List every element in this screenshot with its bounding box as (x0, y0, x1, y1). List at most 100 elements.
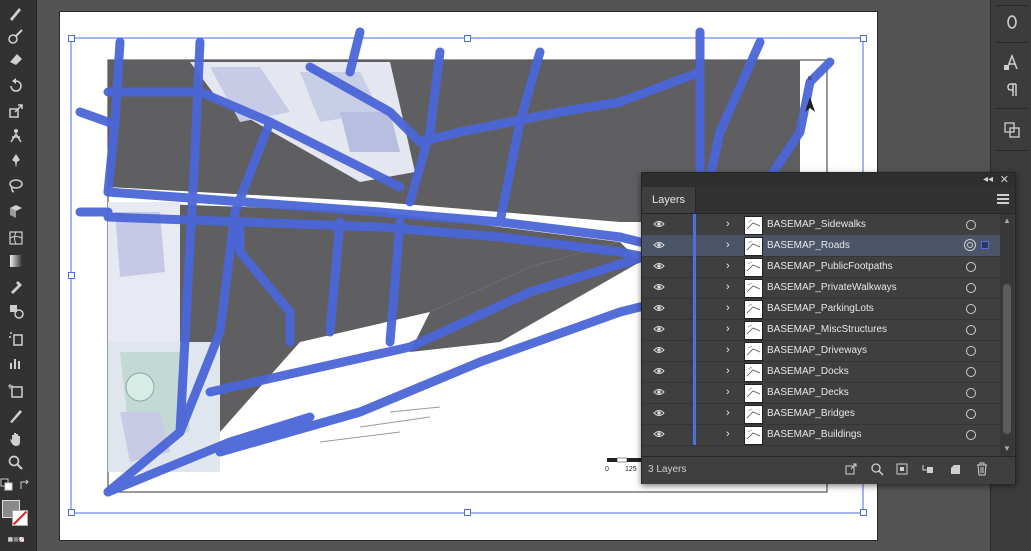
target-circle-icon[interactable] (966, 388, 976, 398)
selection-handle[interactable] (464, 35, 471, 42)
layer-row[interactable]: › BASEMAP_PrivateWalkways (642, 277, 1000, 299)
layer-row[interactable]: › BASEMAP_Buildings (642, 424, 1000, 446)
hand-tool-icon[interactable] (4, 428, 28, 450)
layer-row[interactable]: › BASEMAP_Driveways (642, 340, 1000, 362)
layer-row[interactable]: › BASEMAP_PublicFootpaths (642, 256, 1000, 278)
glyphs-panel-icon[interactable] (1001, 12, 1023, 32)
layer-name: BASEMAP_Decks (767, 387, 849, 398)
layer-row[interactable]: › BASEMAP_ParkingLots (642, 298, 1000, 320)
selection-handle[interactable] (464, 509, 471, 516)
shape-builder-tool-icon[interactable] (4, 200, 28, 222)
layers-scrollbar[interactable]: ▲ ▼ (1000, 214, 1014, 456)
layer-row[interactable]: › BASEMAP_Roads (642, 235, 1000, 257)
selection-indicator[interactable] (981, 241, 989, 249)
slice-tool-icon[interactable] (4, 405, 28, 427)
blend-tool-icon[interactable] (4, 300, 28, 322)
visibility-eye-icon[interactable] (653, 345, 665, 355)
locate-object-icon[interactable] (870, 462, 884, 476)
target-circle-icon[interactable] (966, 346, 976, 356)
rotate-tool-icon[interactable] (4, 75, 28, 97)
target-circle-icon[interactable] (966, 220, 976, 230)
expand-chevron-icon[interactable]: › (726, 365, 730, 377)
column-graph-tool-icon[interactable] (4, 352, 28, 374)
mesh-tool-icon[interactable] (4, 227, 28, 249)
expand-chevron-icon[interactable]: › (726, 428, 730, 440)
panel-menu-icon[interactable] (997, 194, 1009, 204)
close-panel-icon[interactable]: ✕ (1000, 173, 1009, 186)
stroke-swatch[interactable] (12, 510, 28, 526)
target-circle-icon[interactable] (966, 304, 976, 314)
scale-tool-icon[interactable] (4, 100, 28, 122)
eraser-tool-icon[interactable] (4, 48, 28, 70)
tab-layers[interactable]: Layers (642, 187, 697, 213)
paragraph-styles-icon[interactable] (1001, 80, 1023, 100)
panel-title-bar[interactable]: ◂◂ ✕ (642, 173, 1015, 187)
expand-chevron-icon[interactable]: › (726, 386, 730, 398)
symbol-sprayer-tool-icon[interactable] (4, 327, 28, 349)
target-circle-icon[interactable] (966, 283, 976, 293)
color-mode-icons[interactable] (0, 533, 32, 547)
layer-thumbnail (744, 321, 763, 340)
character-styles-icon[interactable] (1001, 52, 1023, 72)
expand-chevron-icon[interactable]: › (726, 281, 730, 293)
expand-chevron-icon[interactable]: › (726, 344, 730, 356)
trash-icon[interactable] (975, 462, 989, 476)
target-circle-icon[interactable] (966, 325, 976, 335)
target-circle-icon[interactable] (966, 409, 976, 419)
lasso-tool-icon[interactable] (4, 175, 28, 197)
export-icon[interactable] (844, 462, 858, 476)
visibility-eye-icon[interactable] (653, 261, 665, 271)
selection-handle[interactable] (68, 35, 75, 42)
visibility-eye-icon[interactable] (653, 366, 665, 376)
layer-row[interactable]: › BASEMAP_Decks (642, 382, 1000, 404)
target-circle-icon[interactable] (964, 239, 976, 251)
expand-chevron-icon[interactable]: › (726, 407, 730, 419)
artboard-tool-icon[interactable] (4, 380, 28, 402)
north-label: N (808, 76, 812, 82)
zoom-tool-icon[interactable] (4, 452, 28, 474)
layer-thumbnail (744, 300, 763, 319)
visibility-eye-icon[interactable] (653, 387, 665, 397)
visibility-eye-icon[interactable] (653, 429, 665, 439)
layer-row[interactable]: › BASEMAP_Sidewalks (642, 214, 1000, 236)
expand-chevron-icon[interactable]: › (726, 239, 730, 251)
new-sublayer-icon[interactable] (921, 462, 935, 476)
artboards-panel-icon[interactable] (1001, 120, 1023, 140)
puppet-warp-tool-icon[interactable] (4, 125, 28, 147)
layer-row[interactable]: › BASEMAP_Docks (642, 361, 1000, 383)
scrollbar-thumb[interactable] (1003, 284, 1011, 434)
collapse-panel-icon[interactable]: ◂◂ (983, 174, 993, 185)
blob-brush-tool-icon[interactable] (4, 25, 28, 47)
pin-tool-icon[interactable] (4, 150, 28, 172)
gradient-tool-icon[interactable] (4, 250, 28, 272)
target-circle-icon[interactable] (966, 367, 976, 377)
selection-handle[interactable] (860, 35, 867, 42)
visibility-eye-icon[interactable] (653, 282, 665, 292)
make-clipping-mask-icon[interactable] (895, 462, 909, 476)
layer-row[interactable]: › BASEMAP_Bridges (642, 403, 1000, 425)
swap-colors-icon[interactable] (18, 478, 32, 492)
expand-chevron-icon[interactable]: › (726, 302, 730, 314)
layer-name: BASEMAP_Sidewalks (767, 219, 866, 230)
paintbrush-tool-icon[interactable] (4, 2, 28, 24)
visibility-eye-icon[interactable] (653, 408, 665, 418)
target-circle-icon[interactable] (966, 430, 976, 440)
eyedropper-tool-icon[interactable] (4, 275, 28, 297)
scroll-down-icon[interactable]: ▼ (1003, 444, 1011, 453)
layer-row[interactable]: › BASEMAP_MiscStructures (642, 319, 1000, 341)
visibility-eye-icon[interactable] (653, 324, 665, 334)
scroll-up-icon[interactable]: ▲ (1003, 216, 1011, 225)
visibility-eye-icon[interactable] (653, 240, 665, 250)
selection-handle[interactable] (68, 272, 75, 279)
default-colors-icon[interactable] (0, 478, 14, 492)
target-circle-icon[interactable] (966, 262, 976, 272)
expand-chevron-icon[interactable]: › (726, 218, 730, 230)
layer-name: BASEMAP_Docks (767, 366, 849, 377)
expand-chevron-icon[interactable]: › (726, 260, 730, 272)
selection-handle[interactable] (68, 509, 75, 516)
visibility-eye-icon[interactable] (653, 303, 665, 313)
expand-chevron-icon[interactable]: › (726, 323, 730, 335)
selection-handle[interactable] (860, 509, 867, 516)
visibility-eye-icon[interactable] (653, 219, 665, 229)
new-layer-icon[interactable] (948, 462, 962, 476)
